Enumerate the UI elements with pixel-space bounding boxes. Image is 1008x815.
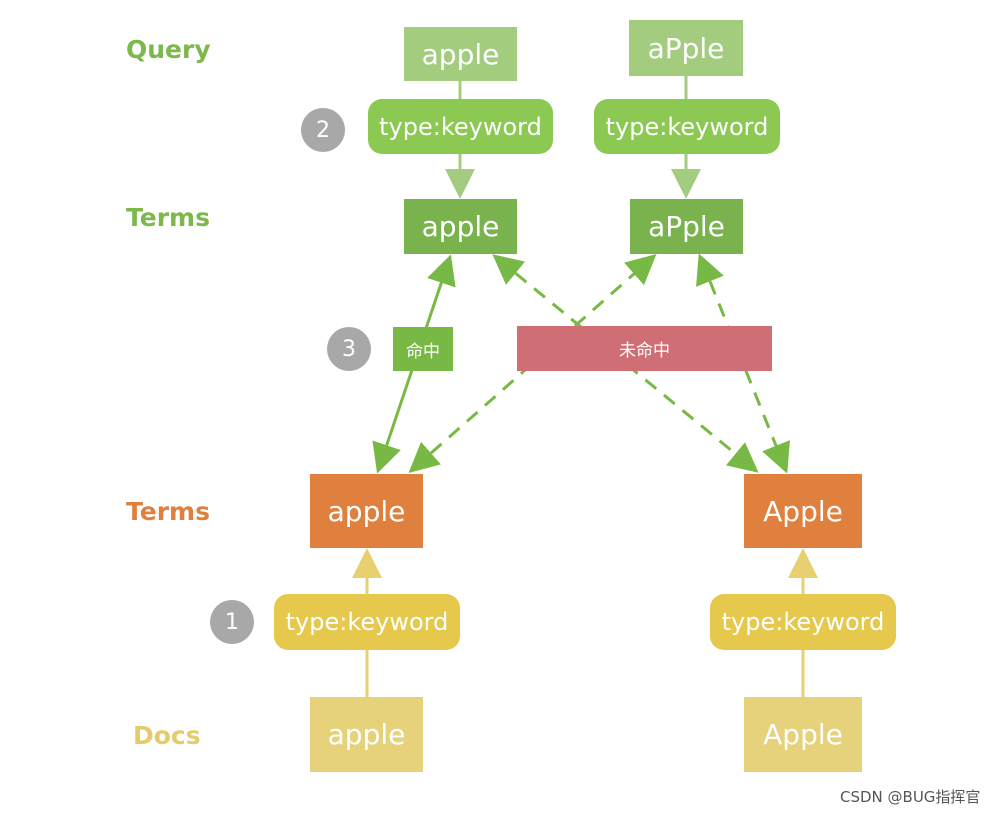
step-3-badge: 3	[327, 327, 371, 371]
doc-type-pill-left: type:keyword	[274, 594, 460, 650]
watermark: CSDN @BUG指挥官	[840, 788, 981, 806]
query-type-pill-right: type:keyword	[594, 99, 780, 154]
step-1-badge: 1	[210, 600, 254, 644]
doc-term-left: apple	[310, 474, 423, 548]
miss-label: 未命中	[517, 326, 772, 371]
query-term-left: apple	[404, 199, 517, 254]
query-box-left: apple	[404, 27, 517, 81]
doc-box-left: apple	[310, 697, 423, 772]
doc-type-pill-right: type:keyword	[710, 594, 896, 650]
doc-term-right: Apple	[744, 474, 862, 548]
query-type-pill-left: type:keyword	[368, 99, 553, 154]
query-term-right: aPple	[630, 199, 743, 254]
row-label-doc-terms: Terms	[126, 497, 210, 526]
hit-label: 命中	[393, 327, 453, 371]
row-label-docs: Docs	[133, 721, 201, 750]
row-label-query-terms: Terms	[126, 203, 210, 232]
query-box-right: aPple	[629, 20, 743, 76]
step-2-badge: 2	[301, 108, 345, 152]
row-label-query: Query	[126, 35, 211, 64]
doc-box-right: Apple	[744, 697, 862, 772]
